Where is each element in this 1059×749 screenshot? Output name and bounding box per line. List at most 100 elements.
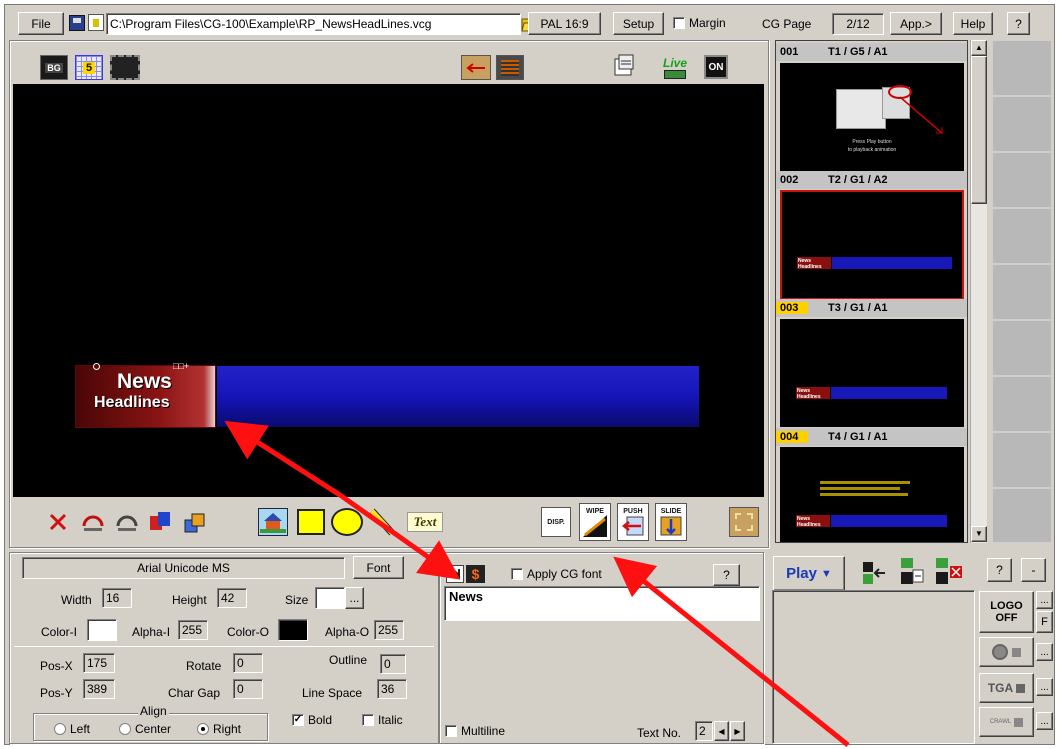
- width-input[interactable]: 16: [102, 588, 132, 608]
- apply-cg-font-box[interactable]: [511, 568, 523, 580]
- margin-checkbox[interactable]: Margin: [673, 16, 726, 30]
- text-tool-icon[interactable]: Text: [407, 512, 443, 532]
- position-preset-icon[interactable]: [729, 507, 759, 537]
- text-number-prev[interactable]: ◀: [714, 721, 729, 741]
- clock-toggle-button[interactable]: [979, 637, 1034, 667]
- file-path-field[interactable]: C:\Program Files\CG-100\Example\RP_NewsH…: [106, 13, 521, 35]
- align-center-radio[interactable]: Center: [119, 722, 171, 736]
- text-number-next[interactable]: ▶: [730, 721, 745, 741]
- italic-checkbox-box[interactable]: [362, 714, 374, 726]
- app-menu-button[interactable]: App.>: [890, 12, 942, 35]
- page-thumbnail-002[interactable]: News Headlines: [780, 190, 964, 300]
- align-left-dot[interactable]: [54, 723, 66, 735]
- export-image-icon[interactable]: [610, 52, 638, 80]
- page-header-002[interactable]: 002 T2 / G1 / A2: [776, 171, 967, 189]
- line-space-input[interactable]: 36: [377, 679, 407, 699]
- italic-checkbox[interactable]: Italic: [362, 713, 403, 727]
- bold-checkbox[interactable]: ✓ Bold: [292, 713, 332, 727]
- quick-slot[interactable]: [992, 488, 1052, 543]
- pos-y-input[interactable]: 389: [83, 679, 115, 699]
- about-button[interactable]: ?: [1007, 12, 1030, 35]
- scroll-up-button[interactable]: ▲: [971, 40, 987, 56]
- align-right-dot[interactable]: [197, 723, 209, 735]
- on-air-icon[interactable]: ON: [704, 55, 728, 79]
- background-toggle-icon[interactable]: BG: [40, 55, 68, 80]
- color-fill-icon[interactable]: [145, 505, 175, 539]
- logo-toggle-button[interactable]: LOGO OFF: [979, 591, 1034, 633]
- ellipse-tool-icon[interactable]: [331, 508, 363, 536]
- safe-area-icon[interactable]: [110, 55, 140, 80]
- layer-order-icon[interactable]: [180, 505, 210, 539]
- logo-f-button[interactable]: F: [1036, 611, 1053, 633]
- page-list-scrollbar[interactable]: ▲ ▼: [970, 40, 987, 543]
- quick-slot[interactable]: [992, 96, 1052, 152]
- cue-out-icon[interactable]: [930, 554, 966, 590]
- cue-in-icon[interactable]: [856, 556, 892, 590]
- page-thumbnail-003[interactable]: News Headlines: [780, 319, 964, 427]
- size-input[interactable]: [315, 587, 345, 609]
- margin-checkbox-box[interactable]: [673, 17, 685, 29]
- crawl-toggle-button[interactable]: CRAWL: [979, 707, 1034, 737]
- multiline-box[interactable]: [445, 725, 457, 737]
- transition-in-icon[interactable]: [461, 55, 491, 80]
- cg-page-list[interactable]: 001 T1 / G5 / A1 Press Play button to pl…: [775, 40, 968, 543]
- color-outer-swatch[interactable]: [278, 619, 308, 641]
- rectangle-tool-icon[interactable]: [297, 509, 325, 535]
- rotate-input[interactable]: 0: [233, 653, 263, 673]
- tga-toggle-button[interactable]: TGA: [979, 673, 1034, 703]
- color-inner-swatch[interactable]: [87, 619, 117, 641]
- setup-button[interactable]: Setup: [613, 12, 664, 35]
- save-icon[interactable]: [69, 15, 85, 31]
- alpha-outer-input[interactable]: 255: [374, 620, 404, 640]
- tga-more-button[interactable]: ...: [1036, 678, 1053, 696]
- logo-more-button[interactable]: ...: [1036, 591, 1053, 609]
- play-button[interactable]: Play ▼: [773, 556, 845, 591]
- output-minimize-button[interactable]: -: [1021, 558, 1046, 582]
- insert-field-icon[interactable]: [446, 565, 464, 583]
- wipe-transition-icon[interactable]: WIPE: [579, 503, 611, 541]
- outline-input[interactable]: 0: [380, 654, 406, 674]
- output-help-button[interactable]: ?: [987, 558, 1012, 582]
- quick-slot[interactable]: [992, 264, 1052, 320]
- open-folder-icon[interactable]: [88, 14, 104, 31]
- quick-slot[interactable]: [992, 152, 1052, 208]
- roll-icon[interactable]: [496, 55, 524, 80]
- display-transition-icon[interactable]: DISP.: [541, 507, 571, 537]
- align-right-radio[interactable]: Right: [197, 722, 241, 736]
- page-header-001[interactable]: 001 T1 / G5 / A1: [776, 43, 967, 61]
- push-transition-icon[interactable]: PUSH: [617, 503, 649, 541]
- format-button[interactable]: PAL 16:9: [528, 12, 601, 35]
- quick-slot[interactable]: [992, 432, 1052, 488]
- quick-slot[interactable]: [992, 376, 1052, 432]
- selection-handle-right[interactable]: □□+: [173, 362, 193, 371]
- scroll-thumb[interactable]: [971, 56, 987, 204]
- size-more-button[interactable]: ...: [345, 587, 364, 609]
- special-char-icon[interactable]: $: [466, 565, 485, 583]
- text-content-input[interactable]: News: [444, 586, 760, 621]
- page-thumbnail-001[interactable]: Press Play button to playback animation: [780, 63, 964, 171]
- selection-handle-left[interactable]: [93, 363, 100, 370]
- align-center-dot[interactable]: [119, 723, 131, 735]
- grid-toggle-icon[interactable]: 5: [75, 55, 103, 80]
- clock-more-button[interactable]: ...: [1036, 643, 1053, 661]
- quick-slot[interactable]: [992, 40, 1052, 96]
- live-output-icon[interactable]: Live: [658, 52, 692, 82]
- font-button[interactable]: Font: [353, 556, 404, 579]
- char-gap-input[interactable]: 0: [233, 679, 263, 699]
- redo-icon[interactable]: [111, 505, 143, 539]
- text-number-input[interactable]: 2: [695, 721, 713, 741]
- line-tool-icon[interactable]: [367, 506, 397, 538]
- apply-cg-font-checkbox[interactable]: Apply CG font: [511, 567, 602, 581]
- preview-canvas[interactable]: □□+ News Headlines: [13, 84, 764, 497]
- alpha-inner-input[interactable]: 255: [178, 620, 208, 640]
- align-left-radio[interactable]: Left: [54, 722, 90, 736]
- cue-update-icon[interactable]: [894, 554, 930, 590]
- delete-icon[interactable]: [43, 505, 73, 539]
- file-menu-button[interactable]: File: [18, 12, 64, 35]
- page-header-004[interactable]: 004 T4 / G1 / A1: [776, 428, 967, 446]
- slide-transition-icon[interactable]: SLIDE: [655, 503, 687, 541]
- headline-blue-bar[interactable]: [217, 366, 699, 427]
- crawl-more-button[interactable]: ...: [1036, 712, 1053, 730]
- multiline-checkbox[interactable]: Multiline: [445, 724, 505, 738]
- pos-x-input[interactable]: 175: [83, 653, 115, 673]
